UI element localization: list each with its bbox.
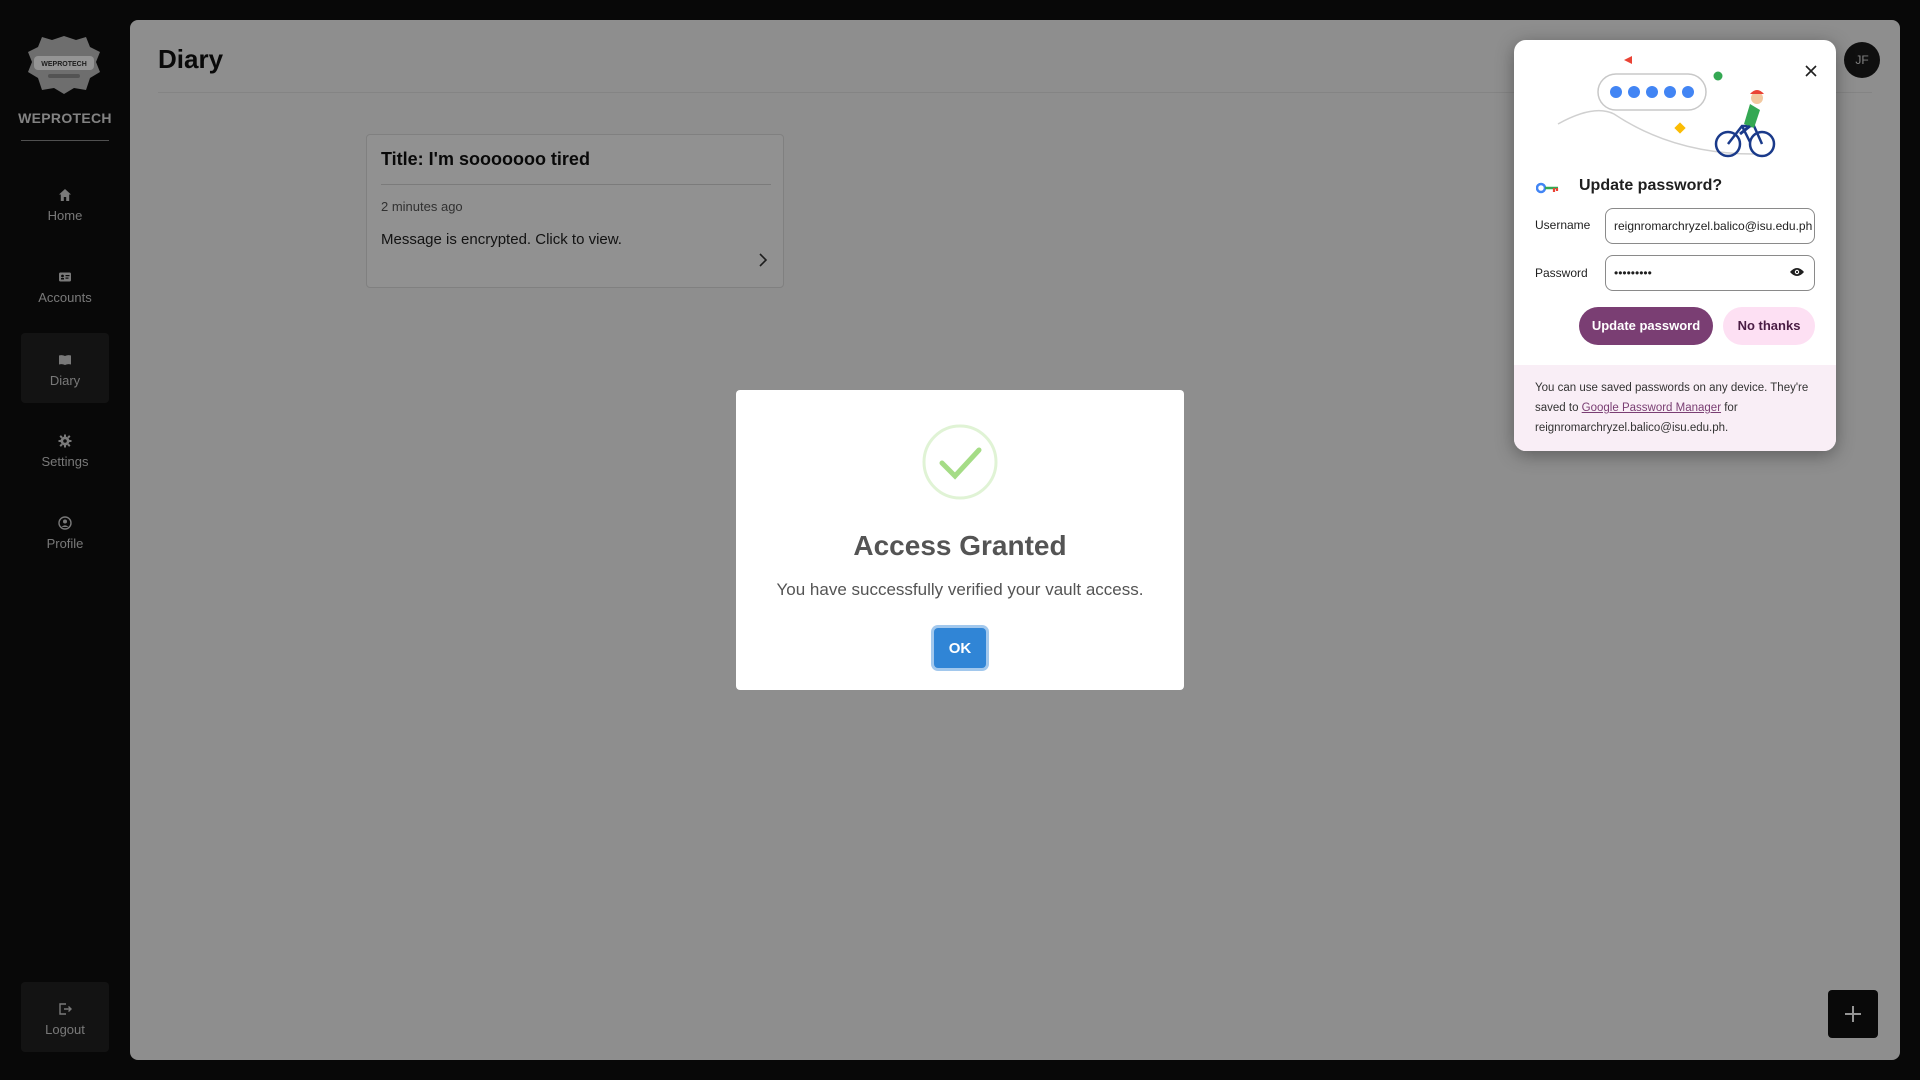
password-label: Password [1535,266,1588,280]
update-password-popup: Update password? Username reignromarchry… [1514,40,1836,451]
key-icon [1536,182,1559,194]
eye-icon[interactable] [1789,266,1805,278]
password-field[interactable]: ••••••••• [1605,255,1815,291]
close-icon[interactable] [1804,64,1818,78]
access-granted-dialog: Access Granted You have successfully ver… [736,390,1184,690]
success-check-icon [922,424,998,500]
dialog-title: Access Granted [853,530,1067,561]
popup-footer: You can use saved passwords on any devic… [1514,365,1836,451]
ok-button[interactable]: OK [934,628,986,668]
no-thanks-button[interactable]: No thanks [1723,307,1815,345]
popup-heading: Update password? [1579,177,1723,194]
update-password-button[interactable]: Update password [1579,307,1713,345]
password-manager-link[interactable]: Google Password Manager [1582,402,1721,414]
username-field[interactable]: reignromarchryzel.balico@isu.edu.ph [1605,208,1815,244]
cyclist-illustration [1557,56,1776,158]
username-label: Username [1535,218,1591,232]
dialog-message: You have successfully verified your vaul… [776,580,1144,599]
